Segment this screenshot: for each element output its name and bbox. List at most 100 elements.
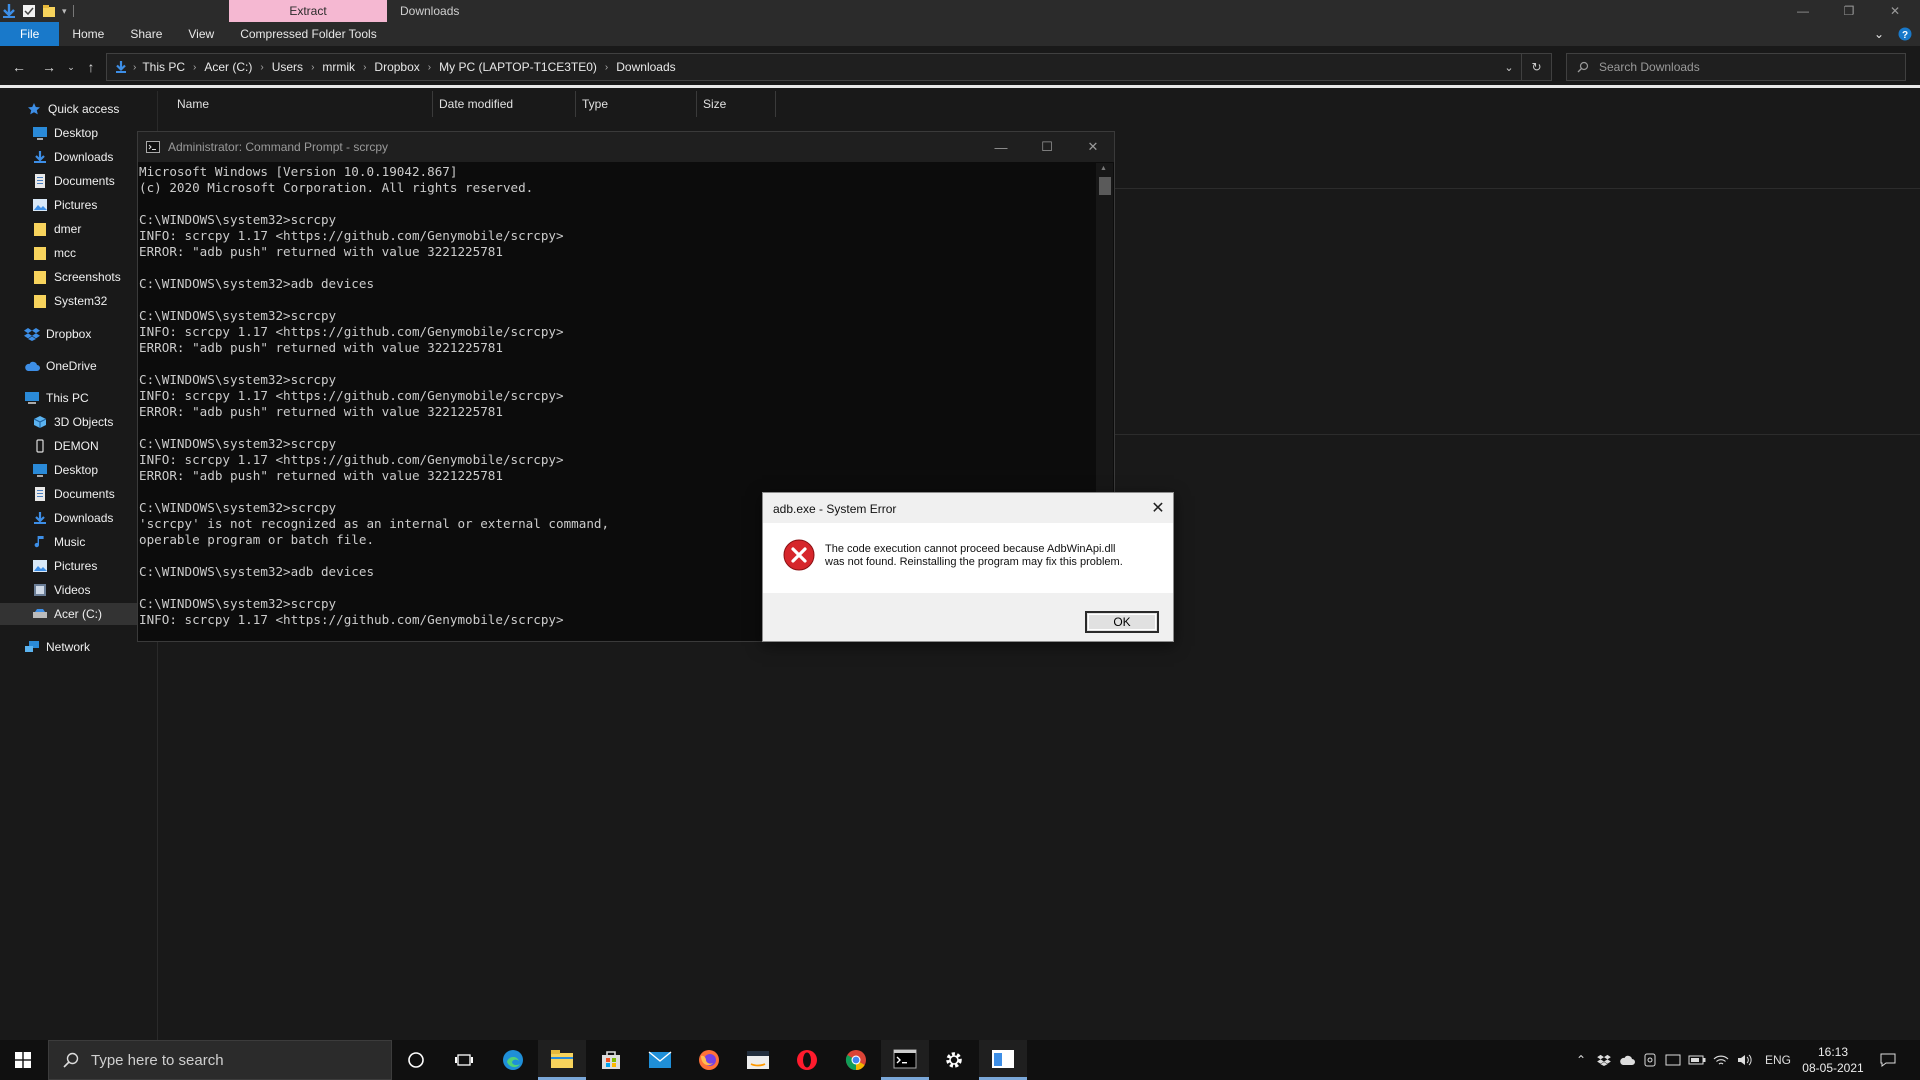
properties-icon[interactable]: [22, 4, 36, 18]
nav-desktop[interactable]: Desktop: [32, 122, 98, 144]
settings-taskbar-button[interactable]: [930, 1040, 978, 1080]
chevron-up-icon: ⌃: [1575, 1053, 1587, 1067]
store-taskbar-button[interactable]: [587, 1040, 635, 1080]
crumb-separator: ›: [604, 61, 609, 73]
back-button[interactable]: ←: [8, 56, 30, 78]
nav-pc-pictures[interactable]: Pictures: [32, 555, 97, 577]
cmd-minimize-button[interactable]: —: [978, 132, 1024, 162]
amazon-taskbar-button[interactable]: [734, 1040, 782, 1080]
scroll-up-icon[interactable]: ▲: [1100, 165, 1107, 172]
file-explorer-taskbar-button[interactable]: [538, 1040, 586, 1080]
nav-pictures[interactable]: Pictures: [32, 194, 97, 216]
address-bar[interactable]: › This PC › Acer (C:) › Users › mrmik › Drop…: [106, 53, 1552, 81]
battery-tray-button[interactable]: [1686, 1040, 1708, 1080]
clock[interactable]: 16:13 08-05-2021: [1798, 1044, 1868, 1076]
device-tray-button[interactable]: [1640, 1040, 1660, 1080]
download-arrow-icon[interactable]: [2, 3, 16, 19]
volume-tray-button[interactable]: [1734, 1040, 1756, 1080]
wifi-tray-button[interactable]: [1710, 1040, 1732, 1080]
tab-file[interactable]: File: [0, 22, 60, 46]
onedrive-tray-button[interactable]: [1616, 1040, 1638, 1080]
cmd-title-bar[interactable]: Administrator: Command Prompt - scrcpy: [138, 132, 1114, 162]
nav-pc-downloads[interactable]: Downloads: [32, 507, 113, 529]
console-line: C:\WINDOWS\system32>scrcpy: [139, 212, 337, 227]
ok-button[interactable]: OK: [1085, 611, 1159, 633]
crumb-my-pc[interactable]: My PC (LAPTOP-T1CE3TE0): [439, 60, 597, 74]
tab-home[interactable]: Home: [59, 22, 117, 46]
up-button[interactable]: ↑: [80, 56, 102, 78]
opera-taskbar-button[interactable]: [783, 1040, 831, 1080]
column-size[interactable]: Size: [697, 91, 776, 117]
nav-screenshots[interactable]: Screenshots: [32, 266, 121, 288]
recent-locations-button[interactable]: ⌄: [60, 56, 82, 78]
address-history-button[interactable]: ⌄: [1497, 61, 1521, 74]
show-hidden-icons-button[interactable]: ⌃: [1570, 1040, 1592, 1080]
screen-tray-button[interactable]: [1662, 1040, 1684, 1080]
crumb-users[interactable]: Users: [272, 60, 303, 74]
language-indicator[interactable]: ENG: [1760, 1040, 1796, 1080]
nav-pc-desktop[interactable]: Desktop: [32, 459, 98, 481]
chevron-down-icon: ⌄: [67, 61, 75, 72]
dialog-close-button[interactable]: ✕: [1147, 497, 1169, 519]
start-button[interactable]: [0, 1040, 46, 1080]
crumb-this-pc[interactable]: This PC: [142, 60, 185, 74]
nav-videos[interactable]: Videos: [32, 579, 90, 601]
taskbar-search[interactable]: Type here to search: [48, 1040, 392, 1080]
restore-button[interactable]: ❐: [1826, 0, 1872, 22]
nav-demon[interactable]: DEMON: [32, 435, 99, 457]
nav-label: Desktop: [54, 126, 99, 140]
nav-downloads[interactable]: Downloads: [32, 146, 113, 168]
chrome-taskbar-button[interactable]: [832, 1040, 880, 1080]
nav-pc-documents[interactable]: Documents: [32, 483, 115, 505]
new-folder-icon[interactable]: [42, 4, 56, 18]
column-name[interactable]: Name: [159, 91, 433, 117]
search-box[interactable]: Search Downloads: [1566, 53, 1906, 81]
nav-dropbox[interactable]: Dropbox: [24, 323, 91, 345]
nav-3d-objects[interactable]: 3D Objects: [32, 411, 113, 433]
cmd-scroll-thumb[interactable]: [1099, 177, 1111, 195]
cmd-taskbar-button[interactable]: [881, 1040, 929, 1080]
system-error-dialog[interactable]: adb.exe - System Error ✕ The code execut…: [762, 492, 1174, 642]
nav-network[interactable]: Network: [24, 636, 90, 658]
task-view-button[interactable]: [440, 1040, 488, 1080]
close-button[interactable]: ✕: [1872, 0, 1918, 22]
nav-this-pc[interactable]: This PC: [24, 387, 89, 409]
forward-button[interactable]: →: [38, 56, 60, 78]
column-type[interactable]: Type: [576, 91, 697, 117]
tab-compressed-folder-tools[interactable]: Compressed Folder Tools: [227, 22, 390, 46]
task-view-icon: [454, 1052, 474, 1068]
mail-taskbar-button[interactable]: [636, 1040, 684, 1080]
nav-mcc[interactable]: mcc: [32, 242, 76, 264]
nav-system32[interactable]: System32: [32, 290, 107, 312]
nav-quick-access[interactable]: Quick access: [26, 98, 119, 120]
cmd-close-button[interactable]: ✕: [1070, 132, 1116, 162]
extract-context-tab[interactable]: Extract: [229, 0, 387, 22]
expand-ribbon-button[interactable]: ⌄: [1868, 22, 1890, 46]
crumb-mrmik[interactable]: mrmik: [322, 60, 355, 74]
help-button[interactable]: ?: [1890, 22, 1920, 46]
customize-toolbar-icon[interactable]: ▾: [62, 6, 67, 17]
crumb-downloads[interactable]: Downloads: [616, 60, 675, 74]
firefox-taskbar-button[interactable]: [685, 1040, 733, 1080]
crumb-dropbox[interactable]: Dropbox: [374, 60, 419, 74]
nav-music[interactable]: Music: [32, 531, 85, 553]
nav-label: Acer (C:): [54, 607, 102, 621]
action-center-button[interactable]: [1870, 1040, 1906, 1080]
documents-icon: [32, 486, 48, 502]
crumb-acer[interactable]: Acer (C:): [204, 60, 252, 74]
refresh-button[interactable]: ↻: [1521, 54, 1551, 80]
nav-dmer[interactable]: dmer: [32, 218, 81, 240]
tab-share[interactable]: Share: [117, 22, 175, 46]
cortana-button[interactable]: [392, 1040, 440, 1080]
nav-documents[interactable]: Documents: [32, 170, 115, 192]
column-date-modified[interactable]: Date modified: [433, 91, 576, 117]
nav-label: 3D Objects: [54, 415, 114, 429]
cmd-maximize-button[interactable]: ☐: [1024, 132, 1070, 162]
dropbox-tray-button[interactable]: [1594, 1040, 1614, 1080]
minimize-button[interactable]: —: [1780, 0, 1826, 22]
nav-onedrive[interactable]: OneDrive: [24, 355, 97, 377]
nav-acer-drive[interactable]: Acer (C:): [0, 603, 157, 625]
app-taskbar-button[interactable]: [979, 1040, 1027, 1080]
edge-taskbar-button[interactable]: [489, 1040, 537, 1080]
tab-view[interactable]: View: [175, 22, 227, 46]
